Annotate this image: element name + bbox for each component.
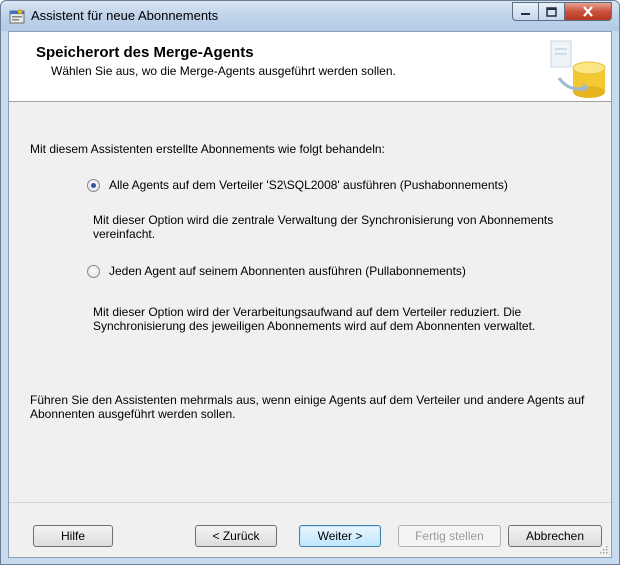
- radio-pull[interactable]: [87, 264, 100, 278]
- maximize-button[interactable]: [538, 2, 565, 21]
- help-button[interactable]: Hilfe: [33, 525, 113, 547]
- option-pull-subscriptions[interactable]: Jeden Agent auf seinem Abonnenten ausfüh…: [87, 264, 466, 278]
- title-bar[interactable]: Assistent für neue Abonnements: [1, 1, 619, 31]
- dialog-client-area: Speicherort des Merge-Agents Wählen Sie …: [8, 31, 612, 558]
- page-subtitle: Wählen Sie aus, wo die Merge-Agents ausg…: [51, 64, 396, 78]
- close-button[interactable]: [564, 2, 612, 21]
- wizard-content: Mit diesem Assistenten erstellte Abonnem…: [9, 102, 611, 502]
- database-sync-icon: [550, 40, 606, 98]
- minimize-button[interactable]: [512, 2, 539, 21]
- intro-text: Mit diesem Assistenten erstellte Abonnem…: [30, 142, 385, 156]
- radio-push-label[interactable]: Alle Agents auf dem Verteiler 'S2\SQL200…: [109, 178, 508, 192]
- wizard-app-icon: [9, 8, 25, 24]
- cancel-button[interactable]: Abbrechen: [508, 525, 602, 547]
- option-pull-description: Mit dieser Option wird der Verarbeitungs…: [93, 305, 536, 333]
- next-button[interactable]: Weiter >: [299, 525, 381, 547]
- back-button[interactable]: < Zurück: [195, 525, 277, 547]
- window-title: Assistent für neue Abonnements: [31, 8, 219, 23]
- option-push-description: Mit dieser Option wird die zentrale Verw…: [93, 213, 554, 241]
- resize-grip-icon[interactable]: [598, 544, 608, 554]
- radio-pull-label[interactable]: Jeden Agent auf seinem Abonnenten ausfüh…: [109, 264, 466, 278]
- page-title: Speicherort des Merge-Agents: [36, 44, 254, 61]
- close-icon: [583, 6, 593, 17]
- wizard-window: Assistent für neue Abonnements Speichero…: [0, 0, 620, 565]
- option-push-subscriptions[interactable]: Alle Agents auf dem Verteiler 'S2\SQL200…: [87, 178, 508, 192]
- minimize-icon: [521, 13, 530, 15]
- maximize-icon: [546, 6, 557, 17]
- footer-separator: [9, 502, 611, 503]
- finish-button: Fertig stellen: [398, 525, 501, 547]
- note-text: Führen Sie den Assistenten mehrmals aus,…: [30, 393, 585, 421]
- wizard-header: Speicherort des Merge-Agents Wählen Sie …: [9, 32, 611, 102]
- radio-push[interactable]: [87, 178, 100, 192]
